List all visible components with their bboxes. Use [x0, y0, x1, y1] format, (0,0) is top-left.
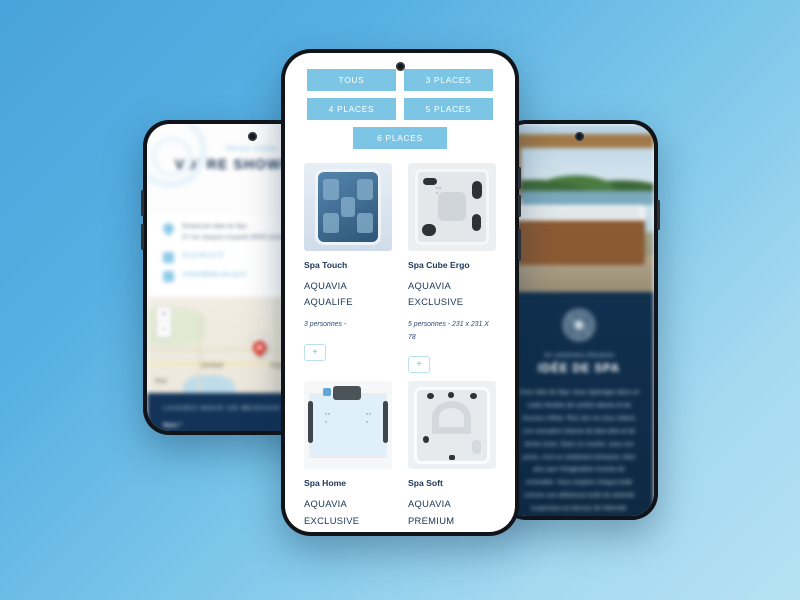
evasion-title: IDÉE DE SPA	[538, 363, 620, 375]
map-zoom-controls[interactable]: + −	[156, 305, 172, 338]
spa-control-panel	[323, 387, 332, 397]
sunburst-medallion-icon	[562, 308, 596, 342]
evasion-body-text: Chez Idée de Spa, vous replongez dans un…	[518, 389, 640, 513]
product-grid: Spa Touch AQUAVIA AQUALIFE 3 personnes -…	[285, 157, 515, 532]
map-city-label: Quimper	[201, 362, 225, 369]
address-line-2: 37 rue Jacques Anquetil 29000 Quimper	[182, 233, 293, 241]
camera-punch-hole-right	[574, 132, 584, 141]
filter-5-places[interactable]: 5 PLACES	[404, 98, 493, 120]
location-pin-icon	[160, 220, 177, 237]
phone-icon	[163, 251, 174, 263]
map-zoom-in-button[interactable]: +	[157, 307, 171, 322]
power-button-right[interactable]	[657, 200, 660, 230]
address-line-1: Showroom Idée de Spa	[182, 223, 247, 230]
product-card[interactable]: Spa Touch AQUAVIA AQUALIFE 3 personnes -…	[304, 163, 392, 377]
product-title: Spa Touch	[304, 260, 348, 270]
product-brand: AQUAVIA	[304, 498, 348, 510]
filter-tous[interactable]: TOUS	[307, 69, 396, 91]
product-card[interactable]: Spa Cube Ergo AQUAVIA EXCLUSIVE 5 person…	[408, 163, 496, 377]
product-image-spa-soft[interactable]	[408, 381, 496, 470]
product-brand: AQUAVIA	[408, 498, 452, 510]
map-label-tertiary: Plon	[155, 378, 168, 385]
power-button-left[interactable]	[141, 224, 144, 250]
evasion-section: Un sentiment d'évasion IDÉE DE SPA Chez …	[504, 292, 654, 516]
product-spec: 5 personnes - 231 x 231 X 78	[408, 320, 489, 341]
evasion-pretitle: Un sentiment d'évasion	[543, 352, 615, 359]
product-card[interactable]: Spa Home AQUAVIA EXCLUSIVE	[304, 381, 392, 532]
power-button-front[interactable]	[518, 229, 521, 261]
filter-6-places[interactable]: 6 PLACES	[353, 127, 447, 149]
product-range: EXCLUSIVE	[408, 296, 464, 308]
product-title: Spa Soft	[408, 478, 443, 489]
product-range: EXCLUSIVE	[304, 514, 360, 526]
filter-3-places[interactable]: 3 PLACES	[404, 69, 493, 91]
wooden-spa-tub	[516, 204, 645, 266]
volume-button-left[interactable]	[141, 190, 144, 216]
mail-icon	[163, 270, 174, 282]
product-brand: AQUAVIA	[408, 280, 452, 291]
product-image-spa-touch[interactable]	[304, 163, 392, 251]
product-range: AQUALIFE	[304, 296, 353, 308]
volume-up-button[interactable]	[518, 167, 521, 189]
right-phone-screen: Un sentiment d'évasion IDÉE DE SPA Chez …	[504, 124, 654, 516]
hero-photo-outdoor-spa	[504, 124, 654, 292]
background-phone-right: Un sentiment d'évasion IDÉE DE SPA Chez …	[500, 120, 660, 520]
filter-4-places[interactable]: 4 PLACES	[307, 98, 396, 120]
product-title: Spa Home	[304, 478, 347, 489]
foreground-phone-screen: TOUS 3 PLACES 4 PLACES 5 PLACES 6 PLACES	[285, 53, 515, 532]
product-brand: AQUAVIA	[304, 280, 348, 291]
spa-cover-hood	[333, 386, 362, 400]
product-card[interactable]: Spa Soft AQUAVIA PREMIUM	[408, 381, 496, 532]
product-spec: 3 personnes -	[304, 320, 347, 328]
product-image-spa-home[interactable]	[304, 381, 392, 470]
product-title: Spa Cube Ergo	[408, 260, 470, 270]
email-address[interactable]: contact@idee-de-spa.fr	[182, 270, 246, 281]
product-range: PREMIUM	[408, 514, 455, 526]
phone-number[interactable]: 02.22.44.13.70	[182, 251, 223, 262]
add-product-button[interactable]: +	[408, 356, 430, 374]
foreground-phone: TOUS 3 PLACES 4 PLACES 5 PLACES 6 PLACES	[281, 49, 521, 536]
product-image-spa-cube-ergo[interactable]	[408, 163, 496, 251]
map-zoom-out-button[interactable]: −	[157, 322, 171, 337]
camera-punch-hole-left	[247, 132, 257, 141]
decorative-swirl-icon-2	[151, 136, 193, 178]
volume-down-button[interactable]	[518, 195, 521, 217]
add-product-button[interactable]: +	[304, 343, 326, 361]
camera-punch-hole-front	[395, 62, 405, 71]
